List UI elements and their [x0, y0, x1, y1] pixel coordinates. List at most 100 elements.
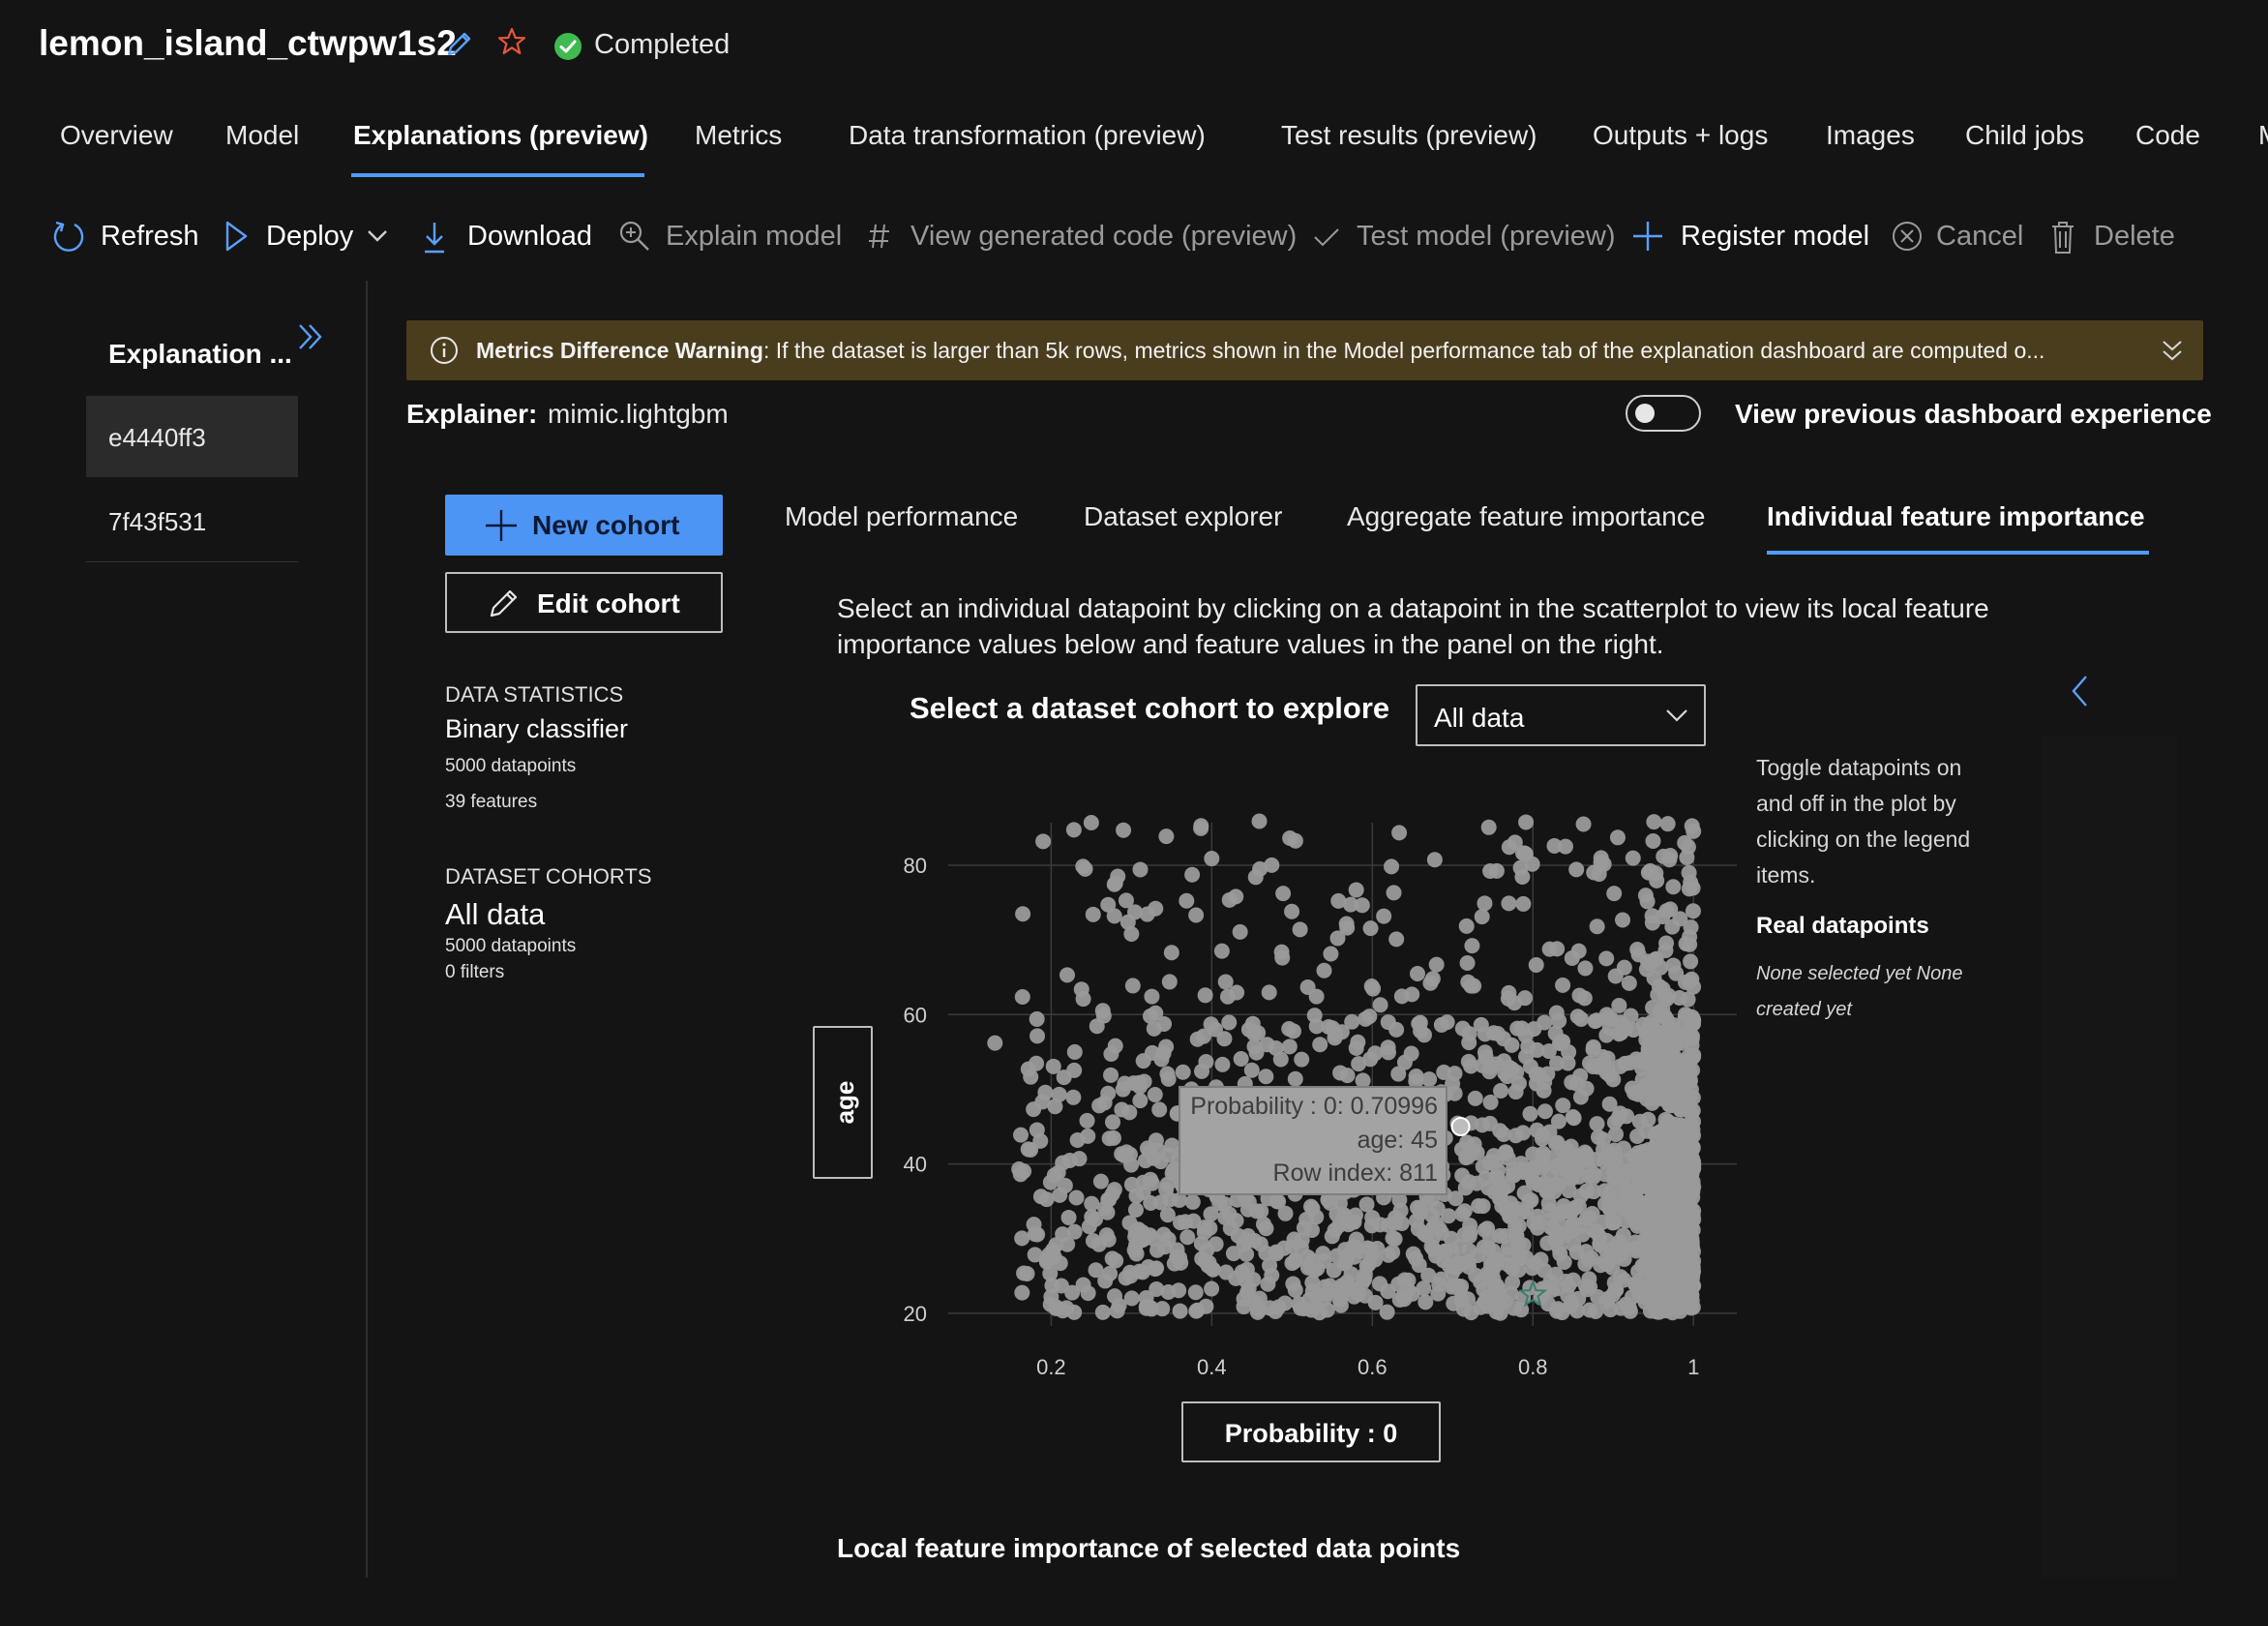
data-point — [1071, 1151, 1088, 1167]
explanation-id: e4440ff3 — [108, 423, 206, 452]
data-point — [1526, 1215, 1542, 1231]
chevron-down-icon[interactable] — [366, 219, 389, 258]
data-point — [1107, 1038, 1123, 1054]
data-point — [1312, 1037, 1328, 1053]
register-model-button[interactable]: Register model — [1681, 221, 1869, 253]
data-point — [1251, 813, 1268, 829]
data-point — [1396, 1054, 1413, 1070]
data-point — [1503, 1285, 1519, 1302]
data-point — [1497, 1227, 1513, 1244]
data-point — [1575, 816, 1592, 832]
tab-model[interactable]: Model — [225, 120, 299, 151]
x-axis-selector[interactable]: Probability : 0 — [1181, 1401, 1441, 1462]
data-point — [1268, 1040, 1284, 1056]
tab-model-performance[interactable]: Model performance — [785, 501, 1018, 532]
tab-test-results[interactable]: Test results (preview) — [1281, 120, 1537, 151]
data-point — [1522, 1059, 1538, 1075]
explanation-item[interactable]: e4440ff3 — [86, 396, 298, 477]
tab-code[interactable]: Code — [2135, 120, 2200, 151]
job-title: lemon_island_ctwpw1s2 — [39, 23, 457, 63]
tooltip-age: age: 45 — [1357, 1127, 1438, 1154]
tab-dataset-explorer[interactable]: Dataset explorer — [1084, 501, 1282, 532]
data-point — [1208, 1236, 1224, 1252]
data-point — [1669, 1266, 1686, 1282]
data-point — [1060, 1209, 1077, 1225]
download-button[interactable]: Download — [467, 221, 592, 253]
data-point — [1092, 1173, 1109, 1189]
data-point — [1404, 1285, 1420, 1302]
data-point — [1612, 1269, 1628, 1285]
expand-warning-icon[interactable] — [2158, 339, 2187, 369]
data-point — [1014, 989, 1030, 1006]
data-point — [1029, 1010, 1045, 1027]
data-point — [1673, 1129, 1689, 1145]
data-point — [1684, 818, 1700, 834]
edit-cohort-button[interactable]: Edit cohort — [445, 572, 723, 633]
data-point — [1233, 1050, 1249, 1067]
data-point — [1464, 938, 1480, 954]
y-axis-selector[interactable]: age — [813, 1026, 873, 1179]
dataset-cohorts-heading: DATASET COHORTS — [445, 864, 652, 888]
tab-data-transformation[interactable]: Data transformation (preview) — [849, 120, 1206, 151]
tab-individual-feature-importance[interactable]: Individual feature importance — [1767, 501, 2145, 532]
data-point — [1677, 834, 1693, 851]
data-point — [1029, 1055, 1045, 1071]
tab-metrics[interactable]: Metrics — [695, 120, 782, 151]
cancel-button: Cancel — [1936, 221, 2024, 252]
data-point — [1038, 1191, 1055, 1208]
data-point — [1683, 1276, 1699, 1292]
tab-child-jobs[interactable]: Child jobs — [1965, 120, 2084, 151]
tab-outputs-logs[interactable]: Outputs + logs — [1593, 120, 1768, 151]
favorite-star-icon[interactable] — [497, 27, 526, 61]
explanations-header: Explanation ... — [108, 339, 292, 369]
legend-title[interactable]: Real datapoints — [1756, 913, 1929, 940]
data-point — [1659, 816, 1676, 832]
data-point — [1410, 966, 1426, 982]
data-point — [1555, 977, 1571, 993]
refresh-button[interactable]: Refresh — [101, 221, 199, 253]
new-cohort-button[interactable]: New cohort — [445, 495, 723, 556]
data-point — [1338, 916, 1355, 932]
data-point — [1604, 1215, 1621, 1231]
delete-button: Delete — [2094, 221, 2175, 252]
tab-more[interactable]: M — [2258, 120, 2268, 151]
data-point — [1248, 1044, 1265, 1061]
chevron-left-icon[interactable] — [2069, 674, 2092, 713]
deploy-icon[interactable] — [224, 219, 250, 258]
data-point — [1508, 1200, 1525, 1217]
plus-icon[interactable] — [1631, 219, 1664, 258]
data-point — [1179, 892, 1195, 909]
previous-dashboard-toggle[interactable] — [1626, 395, 1701, 432]
data-point — [1020, 1141, 1036, 1158]
tab-images[interactable]: Images — [1826, 120, 1915, 151]
data-point — [1228, 888, 1244, 905]
data-point — [1576, 990, 1593, 1007]
data-point — [1324, 1228, 1340, 1245]
data-point — [1685, 903, 1701, 919]
tab-explanations[interactable]: Explanations (preview) — [353, 120, 648, 151]
deploy-button[interactable]: Deploy — [266, 221, 353, 253]
data-point — [1501, 984, 1517, 1001]
data-point — [1539, 1235, 1556, 1251]
download-icon[interactable] — [422, 219, 447, 260]
data-point — [1258, 1069, 1274, 1085]
data-point — [1645, 1047, 1661, 1064]
tab-aggregate-feature-importance[interactable]: Aggregate feature importance — [1347, 501, 1705, 532]
double-chevron-right-icon[interactable] — [296, 321, 325, 357]
data-point — [1561, 1183, 1577, 1199]
refresh-icon[interactable] — [52, 219, 85, 260]
explanation-item[interactable]: 7f43f531 — [86, 480, 298, 562]
tab-overview[interactable]: Overview — [60, 120, 173, 151]
cohort-dropdown[interactable]: All data — [1416, 684, 1706, 746]
data-point — [1171, 1282, 1187, 1299]
data-point — [1193, 820, 1209, 836]
data-point — [1679, 849, 1695, 865]
data-point — [1499, 1069, 1515, 1085]
edit-title-icon[interactable] — [445, 29, 474, 63]
data-point — [1030, 1028, 1046, 1044]
data-point — [1106, 908, 1122, 924]
data-point — [1518, 814, 1535, 830]
data-point — [1558, 1273, 1574, 1289]
data-point — [1059, 967, 1075, 983]
data-point — [1605, 1071, 1622, 1088]
